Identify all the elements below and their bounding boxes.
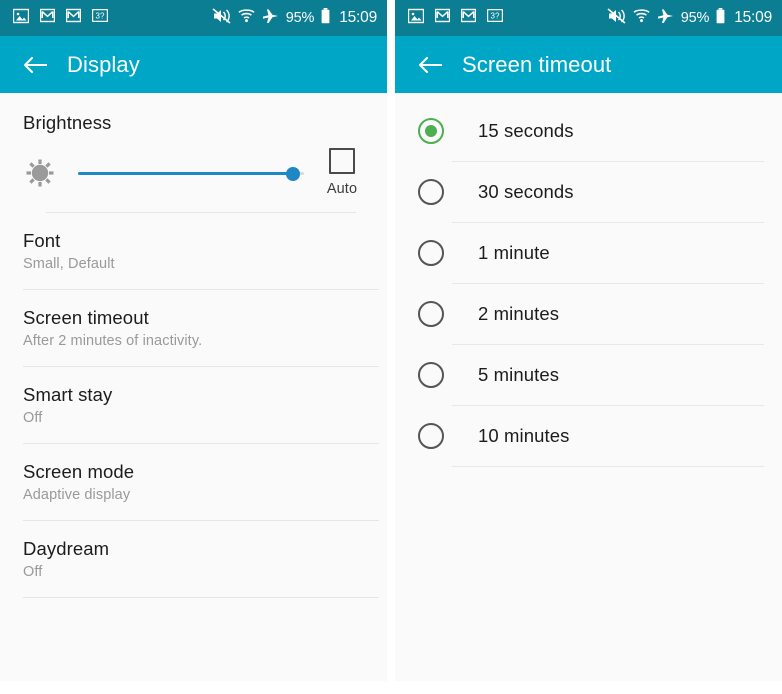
- mute-vibrate-icon: [212, 7, 231, 29]
- airplane-mode-icon: [262, 8, 279, 29]
- radio-label: 1 minute: [478, 242, 550, 263]
- list-item[interactable]: 5 minutes: [395, 345, 782, 405]
- radio-button[interactable]: [418, 301, 444, 327]
- setting-row-daydream[interactable]: Daydream Off: [0, 521, 387, 597]
- mute-vibrate-icon: [607, 7, 626, 29]
- arrow-left-icon: [418, 56, 442, 73]
- brightness-slider[interactable]: [78, 156, 304, 190]
- status-bar-right: 3? 95% 15:09: [395, 0, 782, 36]
- auto-brightness-label: Auto: [326, 181, 358, 197]
- right-phone-screen-timeout: 3? 95% 15:09 Screen timeout 15 seconds 3…: [395, 0, 782, 681]
- battery-full-icon: [716, 7, 725, 29]
- radio-button[interactable]: [418, 423, 444, 449]
- action-bar-screen-timeout: Screen timeout: [395, 36, 782, 93]
- radio-button[interactable]: [418, 118, 444, 144]
- list-item[interactable]: 2 minutes: [395, 284, 782, 344]
- wifi-icon: [633, 8, 650, 28]
- gmail-icon: [434, 8, 451, 28]
- setting-subtitle: Small, Default: [23, 256, 115, 272]
- brightness-sun-icon: [23, 156, 57, 190]
- brightness-slider-thumb[interactable]: [285, 166, 300, 181]
- status-bar-left: 3? 95% 15:09: [0, 0, 387, 36]
- status-bar-system-icons: 95% 15:09: [212, 7, 377, 29]
- divider: [23, 597, 379, 598]
- battery-percent-label: 95%: [680, 10, 710, 26]
- status-bar-system-icons: 95% 15:09: [607, 7, 772, 29]
- back-button-screen-timeout[interactable]: [415, 50, 445, 80]
- radio-label: 10 minutes: [478, 425, 570, 446]
- list-item[interactable]: 1 minute: [395, 223, 782, 283]
- brightness-label: Brightness: [23, 112, 112, 133]
- setting-title: Screen mode: [23, 461, 135, 482]
- display-settings-list: Brightness Auto Font Small, Default Scre…: [0, 93, 387, 598]
- dual-screenshot-container: 3? 95% 15:09 Display Brightness Auto Fon…: [0, 0, 782, 694]
- divider: [452, 466, 764, 467]
- setting-row-smart-stay[interactable]: Smart stay Off: [0, 367, 387, 443]
- image-icon: [407, 8, 425, 29]
- setting-subtitle: Off: [23, 564, 43, 580]
- setting-subtitle: After 2 minutes of inactivity.: [23, 333, 203, 349]
- gmail-icon: [460, 8, 477, 28]
- status-bar-clock: 15:09: [339, 9, 377, 26]
- status-bar-notification-icons: 3?: [407, 8, 504, 29]
- brightness-control-row: Auto: [23, 148, 364, 201]
- battery-full-icon: [321, 7, 330, 29]
- gmail-icon: [39, 8, 56, 28]
- gmail-icon: [65, 8, 82, 28]
- radio-button[interactable]: [418, 362, 444, 388]
- image-icon: [12, 8, 30, 29]
- setting-row-screen-mode[interactable]: Screen mode Adaptive display: [0, 444, 387, 520]
- radio-label: 15 seconds: [478, 120, 574, 141]
- page-title-screen-timeout: Screen timeout: [462, 51, 612, 77]
- battery-percent-label: 95%: [285, 10, 315, 26]
- svg-text:3?: 3?: [491, 12, 500, 21]
- setting-subtitle: Adaptive display: [23, 487, 131, 503]
- status-bar-notification-icons: 3?: [12, 8, 109, 29]
- setting-row-screen-timeout[interactable]: Screen timeout After 2 minutes of inacti…: [0, 290, 387, 366]
- arrow-left-icon: [23, 56, 47, 73]
- radio-label: 2 minutes: [478, 303, 560, 324]
- setting-title: Font: [23, 230, 61, 251]
- airplane-mode-icon: [657, 8, 674, 29]
- setting-subtitle: Off: [23, 410, 43, 426]
- brightness-section: Brightness Auto: [0, 93, 387, 213]
- auto-brightness-control[interactable]: Auto: [320, 148, 364, 197]
- list-item[interactable]: 30 seconds: [395, 162, 782, 222]
- radio-label: 30 seconds: [478, 181, 574, 202]
- sd-card-icon: 3?: [486, 8, 504, 27]
- action-bar-display: Display: [0, 36, 387, 93]
- setting-title: Smart stay: [23, 384, 113, 405]
- radio-button[interactable]: [418, 179, 444, 205]
- auto-brightness-checkbox[interactable]: [329, 148, 355, 174]
- left-phone-screen-display: 3? 95% 15:09 Display Brightness Auto Fon…: [0, 0, 387, 681]
- radio-label: 5 minutes: [478, 364, 560, 385]
- wifi-icon: [238, 8, 255, 28]
- list-item[interactable]: 10 minutes: [395, 406, 782, 466]
- page-title-display: Display: [67, 51, 140, 77]
- list-item[interactable]: 15 seconds: [395, 101, 782, 161]
- svg-text:3?: 3?: [96, 12, 105, 21]
- setting-row-font[interactable]: Font Small, Default: [0, 213, 387, 289]
- status-bar-clock: 15:09: [734, 9, 772, 26]
- back-button-display[interactable]: [20, 50, 50, 80]
- panel-gap: [387, 0, 395, 681]
- radio-button[interactable]: [418, 240, 444, 266]
- screen-timeout-options-list: 15 seconds 30 seconds 1 minute 2 minutes…: [395, 93, 782, 467]
- sd-card-icon: 3?: [91, 8, 109, 27]
- setting-title: Screen timeout: [23, 307, 149, 328]
- setting-title: Daydream: [23, 538, 110, 559]
- brightness-slider-fill: [78, 171, 293, 175]
